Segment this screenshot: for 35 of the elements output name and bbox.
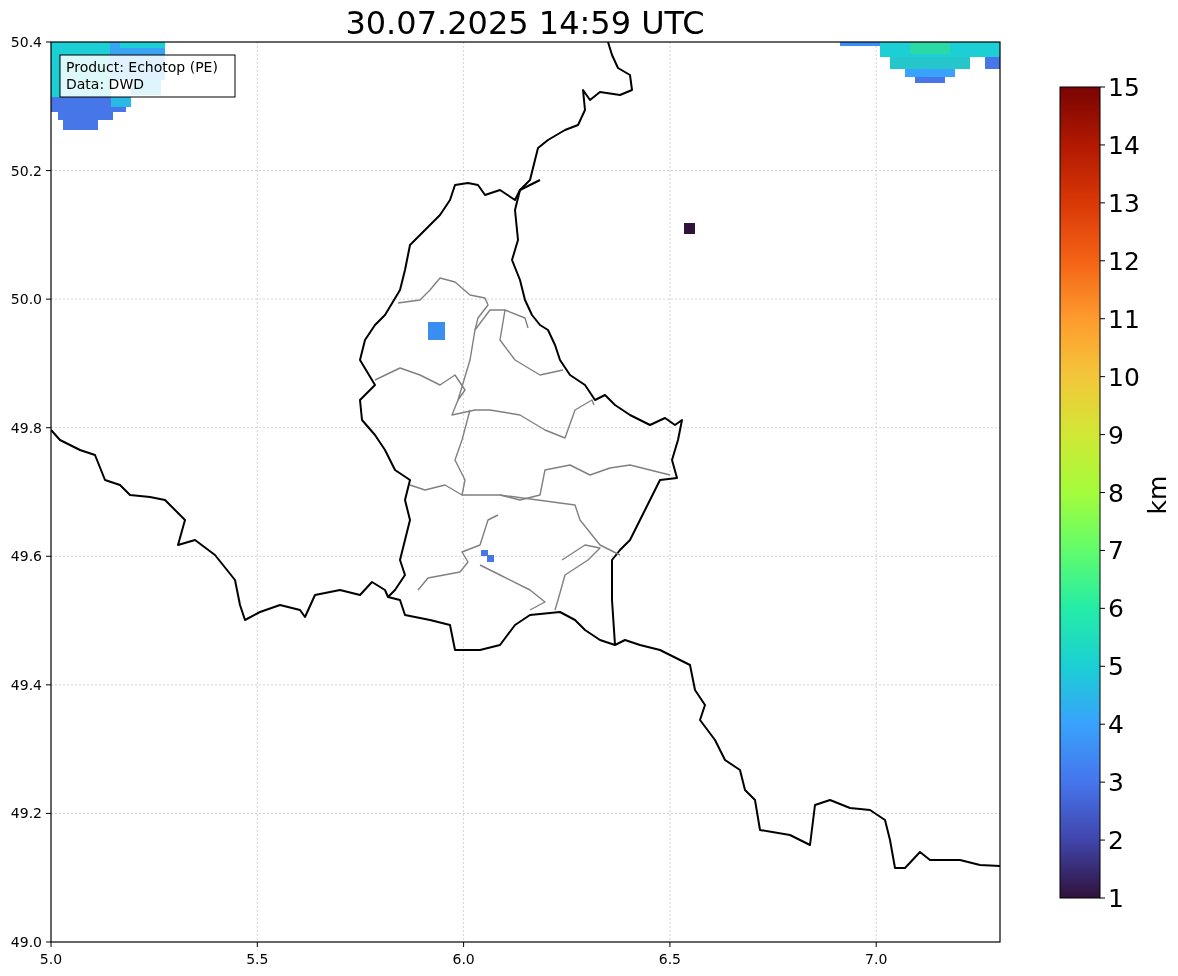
y-tick-label: 50.0 <box>10 291 42 308</box>
colorbar-tick-label: 7 <box>1108 536 1124 566</box>
y-tick-label: 49.4 <box>10 676 42 693</box>
colorbar-tick-label: 15 <box>1108 73 1140 102</box>
chart-title: 30.07.2025 14:59 UTC <box>345 4 705 42</box>
colorbar-tick-label: 9 <box>1108 420 1124 450</box>
x-tick-label: 7.0 <box>865 951 888 967</box>
x-tick-label: 6.0 <box>452 951 475 967</box>
x-tick-label: 5.5 <box>246 951 269 967</box>
colorbar-tick-label: 4 <box>1108 710 1124 740</box>
y-tick-label: 50.2 <box>10 162 42 179</box>
colorbar-tick-label: 5 <box>1108 652 1124 682</box>
legend-text: Product: Echotop (PE) <box>66 59 218 75</box>
y-tick-label: 49.8 <box>10 419 42 436</box>
radar-echo <box>684 223 695 234</box>
radar-echo <box>428 322 445 340</box>
colorbar-tick-label: 6 <box>1108 594 1124 624</box>
y-tick-label: 49.6 <box>10 548 42 565</box>
colorbar-label: km <box>1143 475 1172 515</box>
y-tick-label: 50.4 <box>10 34 42 50</box>
colorbar-tick-label: 1 <box>1108 884 1124 913</box>
colorbar-tick-label: 12 <box>1108 246 1140 276</box>
x-tick-label: 5.0 <box>39 951 63 967</box>
legend-text: Data: DWD <box>66 76 144 92</box>
colorbar-tick-label: 10 <box>1108 362 1140 392</box>
colorbar-tick-label: 2 <box>1108 826 1124 856</box>
y-tick-label: 49.0 <box>10 934 42 950</box>
y-tick-label: 49.2 <box>10 805 42 822</box>
colorbar-tick-label: 13 <box>1108 188 1140 218</box>
colorbar-tick-label: 11 <box>1108 304 1140 334</box>
colorbar-tick-label: 8 <box>1108 478 1124 508</box>
colorbar-tick-label: 14 <box>1108 130 1140 160</box>
colorbar-tick-label: 3 <box>1108 768 1124 798</box>
radar-echo <box>481 550 494 562</box>
x-tick-label: 6.5 <box>658 951 682 967</box>
